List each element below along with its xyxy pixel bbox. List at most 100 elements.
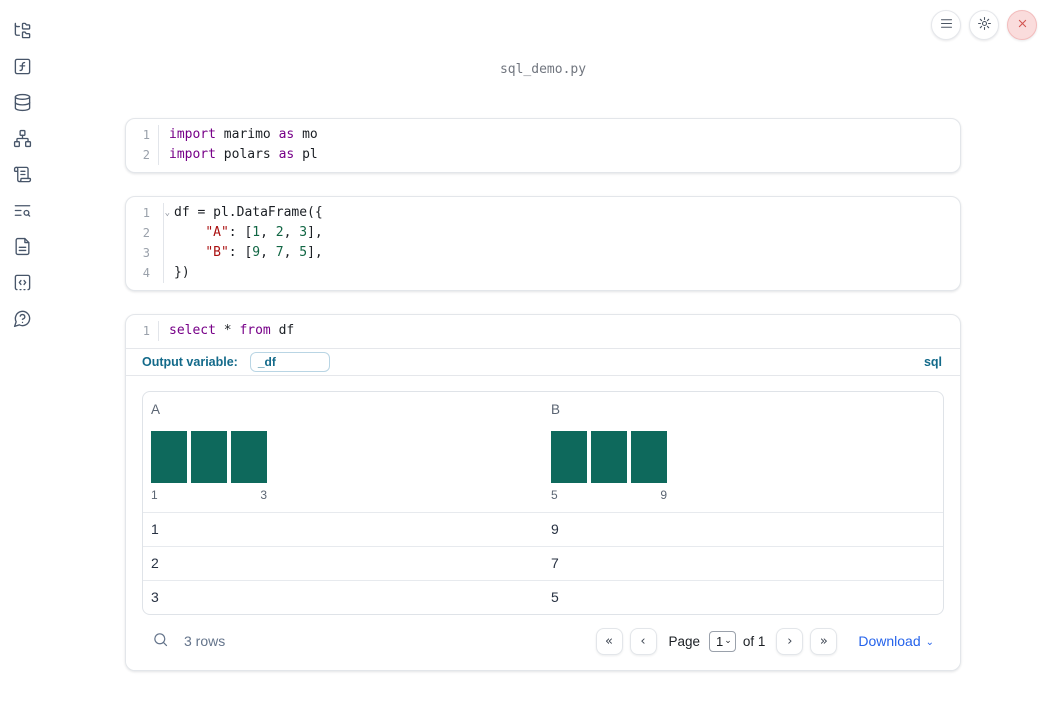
column-histogram: 5 9 [551, 431, 667, 502]
page-select[interactable]: 1 ⌄ [709, 630, 736, 652]
download-label: Download [858, 633, 921, 649]
table-header: A 1 3 B 5 9 [143, 392, 943, 512]
file-text-icon [13, 237, 32, 259]
column-header-a[interactable]: A 1 3 [143, 392, 543, 512]
column-header-b[interactable]: B 5 9 [543, 392, 943, 512]
line-number: 1 ⌄ [142, 206, 170, 220]
code-line: 3 "B": [9, 7, 5], [126, 243, 960, 263]
code-token: ], [307, 245, 323, 260]
table-cell: 3 [151, 589, 159, 605]
line-number: 3 [142, 246, 150, 260]
code-token: 9 [252, 245, 261, 260]
sidebar-item-snippets[interactable] [4, 266, 40, 302]
fold-chevron-icon[interactable]: ⌄ [165, 204, 170, 222]
sidebar-item-documentation[interactable] [4, 230, 40, 266]
code-token: 5 [299, 245, 308, 260]
code-editor[interactable]: 1 ⌄ df = pl.DataFrame({ 2 "A": [1, 2, 3],… [126, 197, 960, 290]
pagination: « ‹ Page 1 ⌄ of 1 › » Download ⌄ [595, 627, 934, 655]
database-icon [13, 93, 32, 115]
histogram-bar[interactable] [591, 431, 627, 483]
folder-tree-icon [13, 21, 32, 43]
text-search-icon [13, 201, 32, 223]
code-line: 1 select * from df [126, 321, 960, 341]
code-editor[interactable]: 1 import marimo as mo 2 import polars as… [126, 119, 960, 172]
next-page-button[interactable]: › [776, 627, 804, 655]
table-cell: 5 [551, 589, 559, 605]
table-row[interactable]: 3 5 [143, 580, 943, 614]
download-button[interactable]: Download ⌄ [858, 633, 934, 649]
chevron-down-icon: ⌄ [925, 636, 934, 648]
histogram-bar[interactable] [151, 431, 187, 483]
code-token: marimo [215, 127, 279, 142]
histogram-bar[interactable] [631, 431, 667, 483]
close-icon [1015, 16, 1030, 34]
histogram-min-label: 5 [551, 488, 558, 502]
sidebar-item-datasources[interactable] [4, 86, 40, 122]
code-editor[interactable]: 1 select * from df [126, 315, 960, 348]
gear-icon [977, 16, 992, 34]
notebook-filename[interactable]: sql_demo.py [125, 62, 961, 77]
histogram-min-label: 1 [151, 488, 158, 502]
code-token: polars [215, 147, 279, 162]
line-number: 4 [142, 266, 150, 280]
code-token: }) [174, 265, 190, 280]
sidebar-item-logs[interactable] [4, 194, 40, 230]
search-button[interactable] [152, 631, 169, 651]
chevrons-left-icon: « [605, 633, 613, 649]
sql-cell[interactable]: 1 select * from df Output variable: _df … [125, 314, 961, 671]
sidebar-item-scratchpad[interactable] [4, 158, 40, 194]
histogram-max-label: 3 [260, 488, 267, 502]
histogram-bars [151, 431, 267, 483]
sidebar-item-variables[interactable] [4, 50, 40, 86]
histogram-max-label: 9 [660, 488, 667, 502]
code-line: 2 import polars as pl [126, 145, 960, 165]
sql-language-badge[interactable]: sql [924, 355, 942, 369]
line-number: 2 [142, 226, 150, 240]
code-cell-dataframe[interactable]: 1 ⌄ df = pl.DataFrame({ 2 "A": [1, 2, 3],… [125, 196, 961, 291]
settings-button[interactable] [969, 10, 999, 40]
table-row[interactable]: 1 9 [143, 512, 943, 546]
code-token: from [239, 323, 271, 338]
sidebar [0, 14, 44, 338]
row-count: 3 rows [184, 633, 226, 649]
table-footer: 3 rows « ‹ Page 1 ⌄ of 1 › » Download ⌄ [142, 624, 944, 658]
code-token: import [169, 147, 216, 162]
shutdown-button[interactable] [1007, 10, 1037, 40]
code-token: , [283, 245, 300, 260]
histogram-bar[interactable] [191, 431, 227, 483]
sidebar-item-help[interactable] [4, 302, 40, 338]
page-label: Page [668, 633, 701, 649]
table-row[interactable]: 2 7 [143, 546, 943, 580]
search-icon [152, 631, 169, 651]
code-token: , [283, 225, 300, 240]
code-token: 3 [299, 225, 308, 240]
output-variable-input[interactable]: _df [249, 352, 330, 372]
chevron-down-icon: ⌄ [724, 635, 732, 645]
notebook: sql_demo.py 1 import marimo as mo 2 impo… [125, 0, 961, 671]
code-token: 1 [252, 225, 261, 240]
code-token: : [ [228, 225, 253, 240]
code-token: df = pl.DataFrame({ [174, 205, 323, 220]
first-page-button[interactable]: « [595, 627, 623, 655]
sidebar-item-dependency-graph[interactable] [4, 122, 40, 158]
table-cell: 9 [551, 521, 559, 537]
code-token: pl [294, 147, 318, 162]
table-cell: 1 [151, 521, 159, 537]
network-icon [13, 129, 32, 151]
code-token: * [215, 323, 240, 338]
histogram-bar[interactable] [231, 431, 267, 483]
histogram-bar[interactable] [551, 431, 587, 483]
column-name: B [551, 402, 561, 417]
column-name: A [151, 402, 161, 417]
code-token: import [169, 127, 216, 142]
code-token: 7 [275, 245, 284, 260]
sql-meta-row: Output variable: _df sql [126, 348, 960, 376]
sidebar-item-file-explorer[interactable] [4, 14, 40, 50]
code-token: mo [294, 127, 318, 142]
page-select-value: 1 [716, 633, 724, 649]
prev-page-button[interactable]: ‹ [629, 627, 657, 655]
last-page-button[interactable]: » [810, 627, 838, 655]
code-cell-imports[interactable]: 1 import marimo as mo 2 import polars as… [125, 118, 961, 173]
